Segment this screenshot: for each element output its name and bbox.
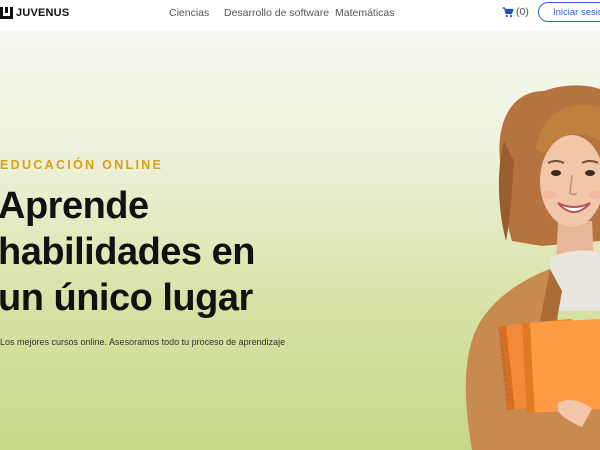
- headline-line-3: un único lugar: [0, 277, 253, 319]
- nav-item-desarrollo-de-software[interactable]: Desarrollo de software: [224, 7, 329, 19]
- cart-icon: [502, 6, 514, 17]
- nav-item-matematicas[interactable]: Matemáticas: [335, 7, 395, 19]
- logo[interactable]: JUVENUS: [0, 5, 69, 21]
- nav-item-ciencias[interactable]: Ciencias: [169, 7, 209, 19]
- hero-subtitle: Los mejores cursos online. Asesoramos to…: [0, 337, 286, 347]
- logo-text: JUVENUS: [16, 7, 70, 19]
- student-photo: [465, 85, 600, 450]
- hero-eyebrow: EDUCACIÓN ONLINE: [0, 158, 164, 172]
- logo-mark-icon: [0, 7, 13, 19]
- hero-headline: Aprende habilidades en un único lugar: [0, 183, 255, 321]
- hero-section: EDUCACIÓN ONLINE Aprende habilidades en …: [0, 31, 600, 450]
- login-button[interactable]: Iniciar sesión: [538, 2, 600, 22]
- headline-line-2: habilidades en: [0, 231, 255, 273]
- top-navbar: JUVENUS Ciencias Desarrollo de software …: [0, 0, 600, 32]
- headline-line-1: Aprende: [0, 185, 149, 227]
- cart-button[interactable]: (0): [502, 6, 529, 18]
- cart-count: (0): [516, 6, 529, 18]
